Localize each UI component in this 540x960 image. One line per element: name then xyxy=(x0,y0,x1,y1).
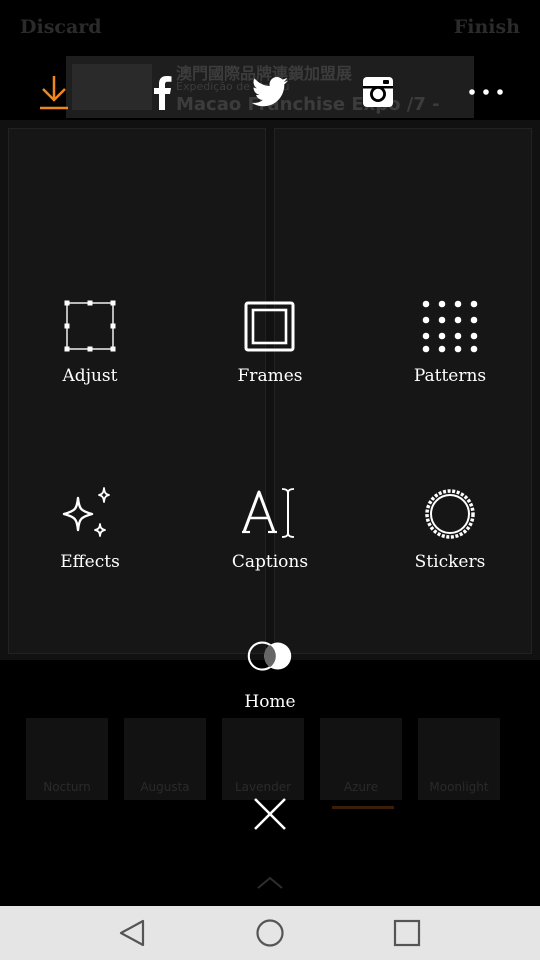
instagram-icon xyxy=(363,77,393,107)
tool-home[interactable]: Home xyxy=(195,630,345,712)
collage-photo-left xyxy=(8,128,266,654)
tool-frames-label: Frames xyxy=(237,366,303,386)
facebook-share-button[interactable] xyxy=(140,70,184,114)
share-bar xyxy=(0,70,540,116)
nav-recents-button[interactable] xyxy=(385,914,429,952)
tool-patterns[interactable]: Patterns xyxy=(375,300,525,386)
tool-adjust[interactable]: Adjust xyxy=(15,300,165,386)
chevron-up-icon xyxy=(257,876,283,889)
filter-label: Azure xyxy=(343,780,379,794)
twitter-icon xyxy=(252,77,288,107)
twitter-share-button[interactable] xyxy=(248,70,292,114)
filter-thumb: Moonlight xyxy=(418,718,500,800)
tool-captions[interactable]: Captions xyxy=(195,486,345,572)
collage-photo-right xyxy=(274,128,532,654)
filter-thumb: Lavender xyxy=(222,718,304,800)
tool-effects-label: Effects xyxy=(60,552,120,572)
close-icon xyxy=(254,798,286,830)
download-button[interactable] xyxy=(32,70,76,114)
filter-thumb: Nocturn xyxy=(26,718,108,800)
filter-selected-underline xyxy=(332,806,394,809)
instagram-share-button[interactable] xyxy=(356,70,400,114)
filter-thumb: Azure xyxy=(320,718,402,800)
tool-frames[interactable]: Frames xyxy=(195,300,345,386)
overlapping-circles-icon xyxy=(247,641,292,671)
more-icon xyxy=(469,89,503,95)
nav-back-button[interactable] xyxy=(110,914,154,952)
tool-adjust-label: Adjust xyxy=(62,366,118,386)
crop-adjust-icon xyxy=(64,300,116,352)
system-navigation-bar xyxy=(0,906,540,960)
tool-captions-label: Captions xyxy=(231,552,309,572)
facebook-icon xyxy=(154,76,172,110)
filter-label: Augusta xyxy=(140,780,190,794)
background-top-bar: Discard Finish xyxy=(0,0,540,56)
tool-stickers[interactable]: Stickers xyxy=(375,486,525,572)
nav-home-button[interactable] xyxy=(248,914,292,952)
finish-label: Finish xyxy=(453,16,520,38)
discard-label: Discard xyxy=(20,16,102,38)
filter-thumb: Augusta xyxy=(124,718,206,800)
filter-label: Nocturn xyxy=(43,780,91,794)
frame-icon xyxy=(244,301,295,352)
filter-label: Moonlight xyxy=(429,780,489,794)
tool-home-label: Home xyxy=(244,692,296,712)
download-icon xyxy=(40,76,68,110)
home-circle-icon xyxy=(256,919,284,947)
tool-patterns-label: Patterns xyxy=(413,366,487,386)
recents-square-icon xyxy=(393,919,421,947)
sticker-badge-icon xyxy=(425,489,475,539)
more-options-button[interactable] xyxy=(464,70,508,114)
dot-pattern-icon xyxy=(422,300,478,353)
tool-effects[interactable]: Effects xyxy=(15,486,165,572)
tool-stickers-label: Stickers xyxy=(414,552,486,572)
back-triangle-icon xyxy=(119,919,145,947)
photo-collage xyxy=(0,120,540,660)
sparkle-effects-icon xyxy=(62,487,110,537)
text-caption-icon xyxy=(242,488,295,538)
close-menu-button[interactable] xyxy=(246,790,294,838)
